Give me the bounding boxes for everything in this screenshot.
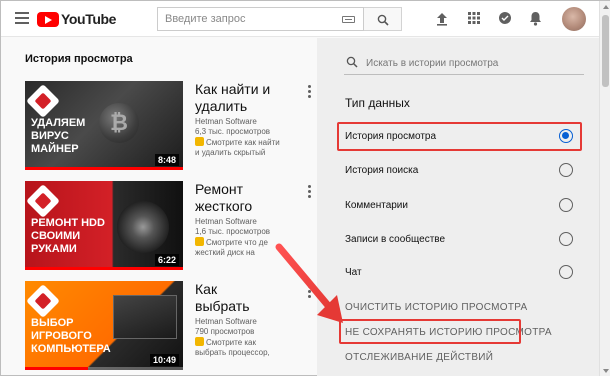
annotation-arrow-icon <box>275 243 343 323</box>
pause-history-link[interactable]: НЕ СОХРАНЯТЬ ИСТОРИЮ ПРОСМОТРА <box>345 327 552 338</box>
video-description: Смотрите как <box>195 337 315 347</box>
avatar[interactable] <box>562 7 586 31</box>
page-title: История просмотра <box>25 53 133 65</box>
brand-name: YouTube <box>61 11 117 27</box>
thumbs-up-emoji-icon <box>195 237 204 246</box>
video-description: и удалить скрытый <box>195 148 266 157</box>
more-options-icon[interactable] <box>308 85 311 100</box>
radio-button[interactable] <box>559 198 573 212</box>
thumbs-up-emoji-icon <box>195 337 204 346</box>
keyboard-icon[interactable] <box>342 16 355 23</box>
hetman-logo-icon <box>26 184 60 218</box>
video-thumbnail[interactable]: ВЫБОР ИГРОВОГО КОМПЬЮТЕРА 10:49 <box>25 281 183 370</box>
menu-icon[interactable] <box>15 12 29 24</box>
thumbs-up-emoji-icon <box>195 137 204 146</box>
messages-icon[interactable] <box>498 11 512 27</box>
option-search-history[interactable]: История поиска <box>337 158 581 184</box>
notifications-bell-icon[interactable] <box>529 11 542 27</box>
video-thumbnail[interactable]: ₿ УДАЛЯЕМ ВИРУС МАЙНЕР 8:48 <box>25 81 183 170</box>
search-icon <box>377 14 389 26</box>
video-channel[interactable]: Hetman Software <box>195 117 315 126</box>
scroll-thumb[interactable] <box>602 15 609 87</box>
activity-controls-link[interactable]: ОТСЛЕЖИВАНИЕ ДЕЙСТВИЙ <box>345 352 493 363</box>
option-label: Комментарии <box>345 200 408 211</box>
radio-button[interactable] <box>559 232 573 246</box>
video-title[interactable]: Ремонт жесткого <box>195 181 315 215</box>
play-logo-icon <box>37 11 59 27</box>
video-description: Смотрите как найти <box>195 137 315 147</box>
thumbnail-caption: ВЫБОР ИГРОВОГО КОМПЬЮТЕРА <box>31 317 111 355</box>
option-watch-history[interactable]: История просмотра <box>337 124 581 150</box>
thumbnail-caption: УДАЛЯЕМ ВИРУС МАЙНЕР <box>31 117 86 155</box>
option-label: История просмотра <box>345 131 437 142</box>
thumbnail-caption: РЕМОНТ HDD СВОИМИ РУКАМИ <box>31 217 105 255</box>
hetman-logo-icon <box>26 84 60 118</box>
search-input[interactable] <box>158 8 328 30</box>
radio-button[interactable] <box>559 163 573 177</box>
video-duration: 10:49 <box>149 354 179 366</box>
more-options-icon[interactable] <box>308 185 311 200</box>
option-comments[interactable]: Комментарии <box>337 193 581 219</box>
scrollbar[interactable] <box>599 1 610 376</box>
top-bar: YouTube <box>1 1 610 37</box>
upload-icon[interactable] <box>435 11 449 27</box>
option-community-posts[interactable]: Записи в сообществе <box>337 227 581 253</box>
history-search-box <box>344 51 584 75</box>
video-channel[interactable]: Hetman Software <box>195 217 315 226</box>
video-views: 6,3 тыс. просмотров <box>195 127 271 136</box>
video-description: выбрать процессор, <box>195 348 270 357</box>
hard-drive-icon <box>117 201 169 253</box>
watch-progress <box>25 267 183 270</box>
search-box <box>157 7 364 31</box>
radio-button[interactable] <box>559 129 573 143</box>
apps-icon[interactable] <box>467 11 481 27</box>
youtube-logo[interactable]: YouTube <box>37 10 116 28</box>
bitcoin-icon: ₿ <box>99 103 139 143</box>
option-chat[interactable]: Чат <box>337 260 581 286</box>
watch-progress <box>25 367 183 370</box>
graphics-card-icon <box>113 295 177 339</box>
data-type-heading: Тип данных <box>345 96 410 110</box>
hetman-logo-icon <box>26 284 60 318</box>
video-views: 1,6 тыс. просмотров <box>195 227 271 236</box>
history-search-input[interactable] <box>366 53 576 73</box>
clear-history-link[interactable]: ОЧИСТИТЬ ИСТОРИЮ ПРОСМОТРА <box>345 302 528 313</box>
radio-button[interactable] <box>559 265 573 279</box>
video-info: Как найти и удалить Hetman Software 6,3 … <box>195 81 315 157</box>
video-duration: 6:22 <box>154 254 179 266</box>
option-label: История поиска <box>345 165 419 176</box>
video-card[interactable]: ₿ УДАЛЯЕМ ВИРУС МАЙНЕР 8:48 Как найти и … <box>25 81 315 171</box>
scroll-up-icon[interactable] <box>603 5 609 9</box>
watch-progress <box>25 167 183 170</box>
video-title[interactable]: Как найти и удалить <box>195 81 315 115</box>
search-icon <box>346 56 358 68</box>
scroll-down-icon[interactable] <box>603 369 609 373</box>
video-thumbnail[interactable]: РЕМОНТ HDD СВОИМИ РУКАМИ 6:22 <box>25 181 183 270</box>
search-button[interactable] <box>364 7 402 31</box>
video-duration: 8:48 <box>154 154 179 166</box>
